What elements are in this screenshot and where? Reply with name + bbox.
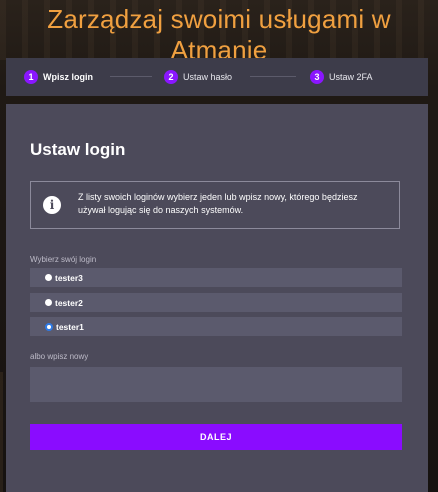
step-label: Ustaw hasło — [183, 72, 233, 82]
info-text: Z listy swoich loginów wybierz jeden lub… — [78, 192, 358, 215]
choose-login-label: Wybierz swój login — [30, 255, 97, 264]
info-icon: i — [43, 196, 61, 214]
radio-button-selected[interactable] — [45, 322, 53, 331]
step-label: Wpisz login — [43, 72, 93, 82]
step-connector — [250, 76, 296, 77]
step-2[interactable]: 2 Ustaw hasło — [164, 69, 232, 85]
step-number: 3 — [310, 70, 324, 84]
next-button[interactable]: DALEJ — [30, 424, 402, 450]
login-option-tester2[interactable]: tester2 — [30, 293, 402, 312]
form-title: Ustaw login — [30, 140, 126, 159]
option-label: tester2 — [55, 297, 83, 308]
step-number: 2 — [164, 70, 178, 84]
step-label: Ustaw 2FA — [329, 72, 373, 82]
option-label: tester3 — [55, 272, 83, 283]
step-number: 1 — [24, 70, 38, 84]
page-heading: Zarządzaj swoimi usługami w Atmanie — [47, 4, 391, 65]
new-login-input[interactable] — [30, 367, 402, 402]
stepper: 1 Wpisz login 2 Ustaw hasło 3 Ustaw 2FA — [6, 58, 428, 96]
radio-button[interactable] — [45, 274, 52, 281]
step-3[interactable]: 3 Ustaw 2FA — [310, 69, 373, 85]
step-connector — [110, 76, 152, 77]
login-option-tester1[interactable]: tester1 — [30, 317, 402, 336]
option-label: tester1 — [56, 321, 84, 332]
radio-button[interactable] — [45, 299, 52, 306]
info-box: i Z listy swoich loginów wybierz jeden l… — [30, 181, 400, 229]
form-panel: Ustaw login i Z listy swoich loginów wyb… — [6, 104, 428, 492]
login-option-tester3[interactable]: tester3 — [30, 268, 402, 287]
new-login-label: albo wpisz nowy — [30, 352, 89, 361]
step-1[interactable]: 1 Wpisz login — [24, 69, 93, 85]
